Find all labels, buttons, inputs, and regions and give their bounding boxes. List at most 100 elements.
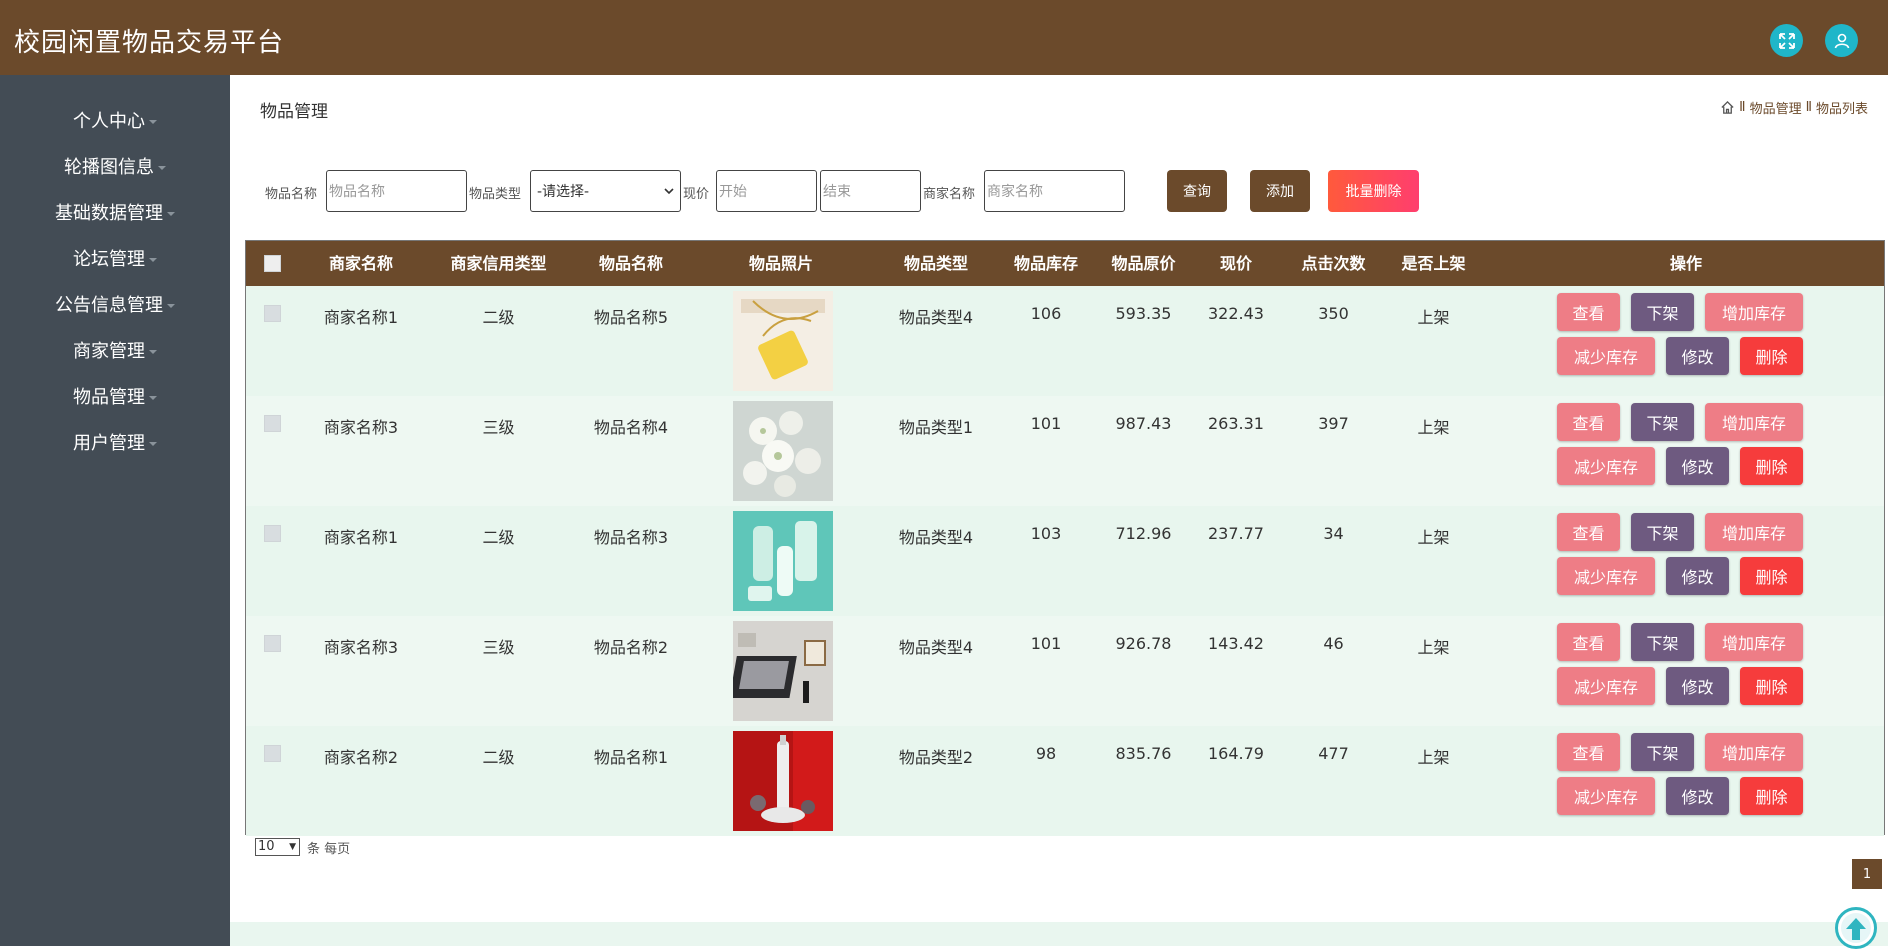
- page-size-select[interactable]: 10 ▼: [255, 838, 300, 856]
- sidebar-item-label: 物品管理: [73, 387, 145, 408]
- breadcrumb-item[interactable]: 物品管理: [1750, 98, 1802, 117]
- edit-button[interactable]: 修改: [1666, 667, 1729, 705]
- delete-button[interactable]: 删除: [1740, 337, 1803, 375]
- breadcrumb-separator: Ⅱ: [1739, 100, 1746, 115]
- add-stock-button[interactable]: 增加库存: [1705, 733, 1803, 771]
- edit-button[interactable]: 修改: [1666, 447, 1729, 485]
- off-shelf-button[interactable]: 下架: [1631, 623, 1694, 661]
- name-filter-label: 物品名称: [265, 187, 318, 202]
- chevron-down-icon: [167, 212, 175, 216]
- type-filter-selected: -请选择-: [537, 184, 590, 200]
- clicks-cell: 34: [1323, 524, 1344, 543]
- type-filter-select[interactable]: -请选择-: [530, 170, 681, 212]
- breadcrumb-separator: Ⅱ: [1805, 100, 1812, 115]
- row-checkbox[interactable]: [264, 745, 281, 762]
- on-shelf-cell: 上架: [1417, 528, 1450, 547]
- view-button[interactable]: 查看: [1557, 403, 1620, 441]
- credit-cell: 二级: [482, 748, 515, 767]
- sidebar-item-personal-center[interactable]: 个人中心: [0, 107, 230, 133]
- off-shelf-button[interactable]: 下架: [1631, 293, 1694, 331]
- edit-button[interactable]: 修改: [1666, 777, 1729, 815]
- edit-button[interactable]: 修改: [1666, 337, 1729, 375]
- top-bar: 校园闲置物品交易平台: [0, 0, 1888, 75]
- price-filter-label: 现价: [683, 187, 710, 202]
- merchant-cell: 商家名称3: [323, 638, 399, 657]
- back-to-top-icon[interactable]: [1835, 907, 1877, 949]
- sidebar-item-forum[interactable]: 论坛管理: [0, 245, 230, 271]
- reduce-stock-button[interactable]: 减少库存: [1557, 447, 1655, 485]
- add-stock-button[interactable]: 增加库存: [1705, 403, 1803, 441]
- price-end-input[interactable]: 结束: [820, 170, 921, 212]
- merchant-cell: 商家名称3: [323, 418, 399, 437]
- original-price-cell: 987.43: [1115, 414, 1172, 433]
- stock-cell: 101: [1030, 414, 1062, 433]
- reduce-stock-button[interactable]: 减少库存: [1557, 777, 1655, 815]
- breadcrumb-item[interactable]: 物品列表: [1816, 98, 1868, 117]
- merchant-filter-label: 商家名称: [923, 187, 976, 202]
- select-all-checkbox[interactable]: [264, 255, 281, 272]
- off-shelf-button[interactable]: 下架: [1631, 513, 1694, 551]
- row-checkbox[interactable]: [264, 635, 281, 652]
- add-stock-button[interactable]: 增加库存: [1705, 293, 1803, 331]
- price-cell: 143.42: [1208, 634, 1264, 653]
- page-number-button[interactable]: 1: [1852, 859, 1882, 889]
- add-stock-button[interactable]: 增加库存: [1705, 513, 1803, 551]
- view-button[interactable]: 查看: [1557, 293, 1620, 331]
- price-start-input[interactable]: 开始: [716, 170, 817, 212]
- table-row: 商家名称2 二级 物品名称1 物品类型2 98 835.76 164.79 47…: [246, 726, 1884, 836]
- edit-button[interactable]: 修改: [1666, 557, 1729, 595]
- search-button[interactable]: 查询: [1167, 170, 1227, 212]
- reduce-stock-button[interactable]: 减少库存: [1557, 557, 1655, 595]
- column-header: 物品照片: [748, 254, 813, 273]
- view-button[interactable]: 查看: [1557, 733, 1620, 771]
- reduce-stock-button[interactable]: 减少库存: [1557, 667, 1655, 705]
- row-checkbox[interactable]: [264, 525, 281, 542]
- sidebar-item-merchant[interactable]: 商家管理: [0, 337, 230, 363]
- sidebar-item-basic-data[interactable]: 基础数据管理: [0, 199, 230, 225]
- off-shelf-button[interactable]: 下架: [1631, 733, 1694, 771]
- add-button[interactable]: 添加: [1250, 170, 1310, 212]
- row-checkbox[interactable]: [264, 415, 281, 432]
- column-header: 是否上架: [1401, 254, 1466, 273]
- sidebar-item-carousel[interactable]: 轮播图信息: [0, 153, 230, 179]
- column-header: 物品名称: [598, 254, 663, 273]
- delete-button[interactable]: 删除: [1740, 447, 1803, 485]
- goods-type-cell: 物品类型2: [898, 748, 974, 767]
- sidebar-item-users[interactable]: 用户管理: [0, 429, 230, 455]
- column-header: 点击次数: [1301, 254, 1366, 273]
- chevron-down-icon: [149, 396, 157, 400]
- sidebar-item-goods[interactable]: 物品管理: [0, 383, 230, 409]
- user-icon[interactable]: [1825, 24, 1858, 57]
- chevron-down-icon: [664, 188, 674, 195]
- delete-button[interactable]: 删除: [1740, 777, 1803, 815]
- credit-cell: 二级: [482, 528, 515, 547]
- row-checkbox[interactable]: [264, 305, 281, 322]
- delete-button[interactable]: 删除: [1740, 557, 1803, 595]
- stock-cell: 101: [1030, 634, 1062, 653]
- column-header: 现价: [1219, 254, 1252, 273]
- merchant-cell: 商家名称1: [323, 308, 399, 327]
- view-button[interactable]: 查看: [1557, 513, 1620, 551]
- delete-button[interactable]: 删除: [1740, 667, 1803, 705]
- sidebar-item-notice[interactable]: 公告信息管理: [0, 291, 230, 317]
- per-page-label: 条 每页: [307, 842, 351, 857]
- chevron-down-icon: [149, 442, 157, 446]
- column-header: 物品类型: [903, 254, 968, 273]
- expand-icon[interactable]: [1770, 24, 1803, 57]
- off-shelf-button[interactable]: 下架: [1631, 403, 1694, 441]
- column-header: 操作: [1669, 254, 1702, 273]
- reduce-stock-button[interactable]: 减少库存: [1557, 337, 1655, 375]
- column-header: 商家信用类型: [450, 254, 547, 273]
- credit-cell: 三级: [482, 638, 515, 657]
- home-icon[interactable]: [1720, 100, 1735, 115]
- merchant-cell: 商家名称2: [323, 748, 399, 767]
- add-stock-button[interactable]: 增加库存: [1705, 623, 1803, 661]
- original-price-cell: 835.76: [1115, 744, 1172, 763]
- clicks-cell: 397: [1318, 414, 1349, 433]
- merchant-filter-input[interactable]: 商家名称: [984, 170, 1125, 212]
- stock-cell: 106: [1030, 304, 1062, 323]
- name-filter-input[interactable]: 物品名称: [326, 170, 467, 212]
- view-button[interactable]: 查看: [1557, 623, 1620, 661]
- page-title: 物品管理: [260, 102, 328, 122]
- batch-delete-button[interactable]: 批量删除: [1328, 170, 1419, 212]
